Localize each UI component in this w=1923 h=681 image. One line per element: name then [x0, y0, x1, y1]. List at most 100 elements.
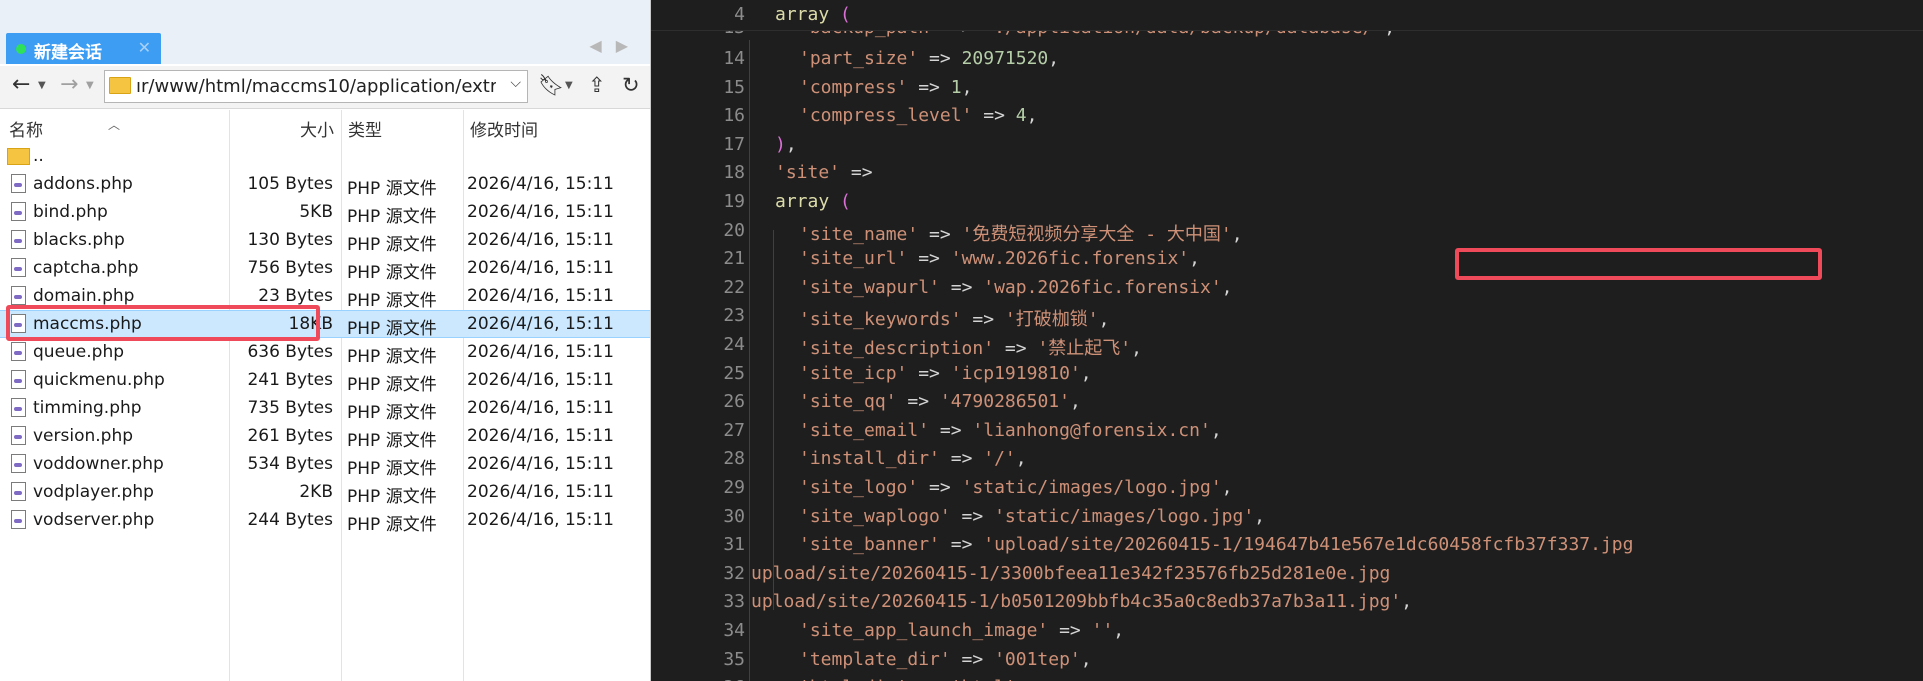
code-line[interactable]: 30 'site_waplogo' => 'static/images/logo.… — [651, 503, 1923, 531]
back-history-dropdown-icon[interactable]: ▼ — [38, 80, 46, 91]
sticky-code-line[interactable]: 4 array ( — [651, 1, 1923, 29]
sticky-scroll-header[interactable]: 4 array ( — [651, 0, 1923, 31]
code-line[interactable]: 27 'site_email' => 'lianhong@forensix.cn'… — [651, 417, 1923, 445]
code-editor-pane[interactable]: 13'backup_path' => './application/data/b… — [651, 0, 1923, 681]
code-token: => — [840, 162, 873, 184]
folder-icon — [109, 77, 131, 94]
code-token: array — [775, 191, 830, 212]
file-name: queue.php — [33, 342, 125, 362]
code-token: 'template_dir' — [799, 648, 951, 670]
file-row[interactable]: vodserver.php 244 Bytes PHP 源文件 2026/4/16, … — [0, 506, 650, 535]
code-line[interactable]: 15 'compress' => 1, — [651, 74, 1923, 102]
bookmark-icon[interactable]: 🔖︎ — [538, 73, 565, 98]
code-line[interactable]: 31 'site_banner' => 'upload/site/20260415… — [651, 531, 1923, 559]
address-bar[interactable]: ır/www/html/maccms10/application/extra ⌵ — [104, 70, 528, 103]
file-row[interactable]: blacks.php 130 Bytes PHP 源文件 2026/4/16, 15:… — [0, 226, 650, 255]
file-row[interactable]: queue.php 636 Bytes PHP 源文件 2026/4/16, 15:1… — [0, 338, 650, 367]
back-arrow-icon[interactable]: ← — [12, 72, 30, 97]
code-token: 'site_wapurl' — [799, 276, 940, 298]
line-number: 15 — [723, 76, 745, 98]
code-text: upload/site/20260415-1/3300bfeea11e342f2… — [751, 563, 1390, 584]
column-header-modified[interactable]: 修改时间 — [470, 116, 538, 141]
code-token: => — [929, 419, 973, 441]
code-line[interactable]: 20 'site_name' => '免费短视频分享大全 - 大中国', — [651, 217, 1923, 245]
tab-scroll-arrows-icon[interactable]: ◀▶ — [589, 36, 642, 55]
forward-history-dropdown-icon[interactable]: ▼ — [86, 80, 94, 91]
code-token: 'static/images/logo.jpg' — [961, 477, 1222, 498]
column-header-size[interactable]: 大小 — [300, 116, 334, 141]
file-modified: 2026/4/16, 15:11 — [467, 258, 614, 278]
file-row[interactable]: bind.php 5KB PHP 源文件 2026/4/16, 15:11 — [0, 198, 650, 227]
php-file-icon — [11, 454, 26, 473]
line-number: 31 — [723, 534, 745, 556]
code-token: => — [961, 309, 1005, 331]
file-row[interactable]: voddowner.php 534 Bytes PHP 源文件 2026/4/16, … — [0, 450, 650, 479]
code-text: 'site_wapurl' => 'wap.2026fic.forensix', — [799, 277, 1233, 298]
code-line[interactable]: 18 'site' => — [651, 159, 1923, 187]
code-line[interactable]: 28 'install_dir' => '/', — [651, 445, 1923, 473]
code-token: , — [1098, 309, 1110, 331]
chevron-down-icon[interactable]: ⌵ — [510, 75, 521, 91]
file-name: addons.php — [33, 174, 133, 194]
code-line[interactable]: 34 'site_app_launch_image' => '', — [651, 617, 1923, 645]
tab-new-session[interactable]: 新建会话 ✕ — [6, 33, 161, 64]
indent-guide — [773, 230, 774, 610]
code-token: 'site_url' — [799, 248, 908, 270]
line-number: 24 — [723, 334, 745, 355]
file-row[interactable]: timming.php 735 Bytes PHP 源文件 2026/4/16, 15… — [0, 394, 650, 423]
code-line[interactable]: 14 'part_size' => 20971520, — [651, 45, 1923, 73]
code-line[interactable]: 36 'html_dir' => 'html', — [651, 674, 1923, 681]
file-row[interactable]: quickmenu.php 241 Bytes PHP 源文件 2026/4/16, … — [0, 366, 650, 395]
file-row[interactable]: version.php 261 Bytes PHP 源文件 2026/4/16, 15… — [0, 422, 650, 451]
code-text: 'site_description' => '禁止起飞', — [799, 334, 1142, 360]
line-number: 21 — [723, 248, 745, 270]
refresh-icon[interactable]: ↻ — [622, 73, 640, 97]
code-text: array ( — [775, 4, 851, 25]
close-tab-icon[interactable]: ✕ — [138, 38, 151, 57]
code-token: 'compress' — [799, 76, 908, 98]
code-text: 'site_banner' => 'upload/site/20260415-1… — [799, 534, 1633, 555]
code-line[interactable]: 29 'site_logo' => 'static/images/logo.jpg… — [651, 474, 1923, 502]
code-token: 'site_name' — [799, 223, 919, 245]
file-type: PHP 源文件 — [347, 487, 437, 507]
file-row[interactable]: captcha.php 756 Bytes PHP 源文件 2026/4/16, 15… — [0, 254, 650, 283]
code-token: upload/site/20260415-1/b0501209bbfb4c35a… — [751, 591, 1402, 613]
code-line[interactable]: 16 'compress_level' => 4, — [651, 102, 1923, 130]
code-line[interactable]: 26 'site_qq' => '4790286501', — [651, 388, 1923, 416]
file-type: PHP 源文件 — [347, 263, 437, 283]
file-row[interactable]: vodplayer.php 2KB PHP 源文件 2026/4/16, 15:11 — [0, 478, 650, 507]
file-size: 636 Bytes — [247, 342, 333, 362]
line-number: 36 — [651, 677, 745, 681]
upload-folder-icon[interactable]: ⇪ — [588, 73, 606, 97]
file-modified: 2026/4/16, 15:11 — [467, 314, 614, 334]
code-line[interactable]: 17), — [651, 131, 1923, 159]
code-token: , — [1221, 477, 1233, 498]
line-number: 35 — [723, 648, 745, 670]
code-token: , — [1080, 648, 1092, 670]
code-token: '禁止起飞' — [1037, 338, 1132, 359]
code-line[interactable]: 25 'site_icp' => 'icp1919810', — [651, 360, 1923, 388]
address-path[interactable]: ır/www/html/maccms10/application/extra — [136, 76, 496, 97]
code-token: ( — [840, 191, 851, 212]
code-line[interactable]: 35 'template_dir' => '001tep', — [651, 646, 1923, 674]
code-line[interactable]: 33 upload/site/20260415-1/b0501209bbfb4c3… — [651, 588, 1923, 616]
code-token: , — [961, 76, 973, 98]
file-row[interactable]: addons.php 105 Bytes PHP 源文件 2026/4/16, 15:… — [0, 170, 650, 199]
code-token: , — [1131, 338, 1142, 359]
column-header-name[interactable]: 名称 — [9, 116, 43, 141]
code-line[interactable]: 24 'site_description' => '禁止起飞', — [651, 331, 1923, 359]
file-type: PHP 源文件 — [347, 459, 437, 479]
file-size: 534 Bytes — [247, 454, 333, 474]
file-modified: 2026/4/16, 15:11 — [467, 370, 614, 390]
column-header-type[interactable]: 类型 — [348, 116, 382, 141]
parent-directory-row[interactable]: .. — [0, 142, 650, 170]
code-line[interactable]: 23 'site_keywords' => '打破枷锁', — [651, 302, 1923, 330]
code-line[interactable]: 19 array ( — [651, 188, 1923, 216]
code-line[interactable]: 32 upload/site/20260415-1/3300bfeea11e342… — [651, 560, 1923, 588]
code-token: 'site_email' — [799, 419, 930, 441]
forward-arrow-icon[interactable]: → — [60, 72, 78, 97]
line-number: 32 — [723, 562, 745, 584]
bookmark-dropdown-icon[interactable]: ▼ — [565, 80, 573, 91]
line-number: 28 — [723, 448, 745, 470]
code-text: array ( — [775, 191, 851, 212]
